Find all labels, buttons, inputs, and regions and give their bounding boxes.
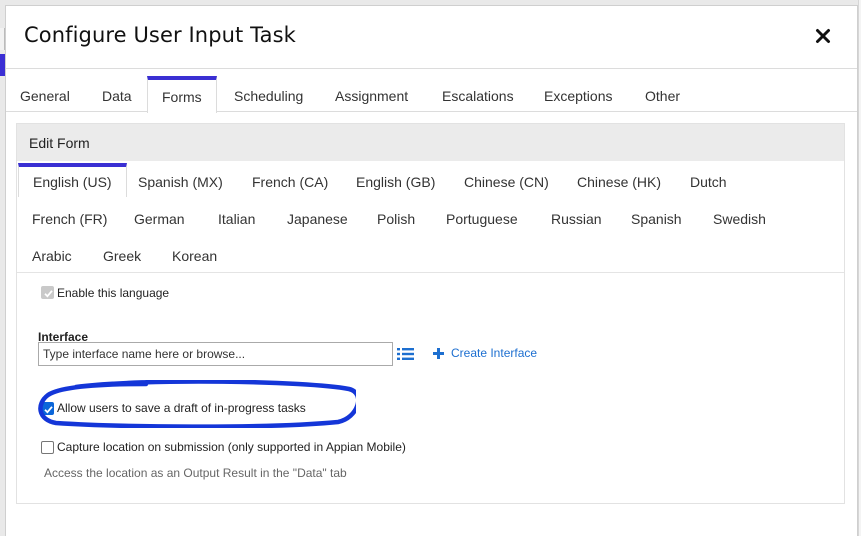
tab-assignment[interactable]: Assignment xyxy=(335,76,408,112)
capture-location-label: Capture location on submission (only sup… xyxy=(57,440,406,454)
tab-forms[interactable]: Forms xyxy=(147,76,217,113)
main-tab-bar: General Data Forms Scheduling Assignment… xyxy=(6,76,857,113)
create-interface-label: Create Interface xyxy=(451,346,538,360)
lang-tab-swedish[interactable]: Swedish xyxy=(713,202,766,236)
checkmark-icon xyxy=(44,406,53,414)
dialog-header: Configure User Input Task xyxy=(6,6,857,69)
tab-data[interactable]: Data xyxy=(102,76,132,112)
tab-other[interactable]: Other xyxy=(645,76,680,112)
lang-tab-portuguese[interactable]: Portuguese xyxy=(446,202,518,236)
dialog-title: Configure User Input Task xyxy=(24,23,296,47)
capture-location-checkbox[interactable] xyxy=(41,441,54,454)
lang-tab-english-gb[interactable]: English (GB) xyxy=(356,165,435,199)
interface-input[interactable] xyxy=(38,342,393,366)
lang-tab-italian[interactable]: Italian xyxy=(218,202,255,236)
edit-form-panel: Edit Form English (US) Spanish (MX) Fren… xyxy=(16,123,845,504)
lang-tab-german[interactable]: German xyxy=(134,202,185,236)
allow-draft-checkbox[interactable] xyxy=(41,402,54,415)
enable-language-checkbox[interactable] xyxy=(41,286,54,299)
lang-tab-dutch[interactable]: Dutch xyxy=(690,165,727,199)
lang-tab-english-us[interactable]: English (US) xyxy=(18,163,127,197)
close-button[interactable] xyxy=(813,26,833,46)
lang-tab-chinese-cn[interactable]: Chinese (CN) xyxy=(464,165,549,199)
lang-tab-russian[interactable]: Russian xyxy=(551,202,602,236)
tab-scheduling[interactable]: Scheduling xyxy=(234,76,303,112)
list-icon xyxy=(397,348,414,360)
tab-exceptions[interactable]: Exceptions xyxy=(544,76,612,112)
allow-draft-label: Allow users to save a draft of in-progre… xyxy=(57,401,306,415)
language-tabs-divider xyxy=(17,272,844,273)
lang-tab-polish[interactable]: Polish xyxy=(377,202,415,236)
panel-header: Edit Form xyxy=(17,124,844,161)
lang-tab-greek[interactable]: Greek xyxy=(103,239,141,273)
checkmark-icon xyxy=(44,290,53,298)
panel-title: Edit Form xyxy=(29,135,90,151)
lang-tab-french-ca[interactable]: French (CA) xyxy=(252,165,328,199)
create-interface-link[interactable]: Create Interface xyxy=(432,345,537,361)
lang-tab-arabic[interactable]: Arabic xyxy=(32,239,72,273)
lang-tab-korean[interactable]: Korean xyxy=(172,239,217,273)
lang-tab-spanish[interactable]: Spanish xyxy=(631,202,682,236)
enable-language-label: Enable this language xyxy=(57,286,170,300)
lang-tab-chinese-hk[interactable]: Chinese (HK) xyxy=(577,165,661,199)
capture-location-hint: Access the location as an Output Result … xyxy=(44,466,347,480)
plus-icon xyxy=(433,347,444,359)
close-icon xyxy=(816,29,830,43)
configure-task-dialog: Configure User Input Task General Data F… xyxy=(5,5,858,536)
tab-escalations[interactable]: Escalations xyxy=(442,76,514,112)
browse-interfaces-button[interactable] xyxy=(397,346,414,360)
lang-tab-japanese[interactable]: Japanese xyxy=(287,202,348,236)
lang-tab-spanish-mx[interactable]: Spanish (MX) xyxy=(138,165,223,199)
lang-tab-french-fr[interactable]: French (FR) xyxy=(32,202,107,236)
tab-general[interactable]: General xyxy=(20,76,70,112)
